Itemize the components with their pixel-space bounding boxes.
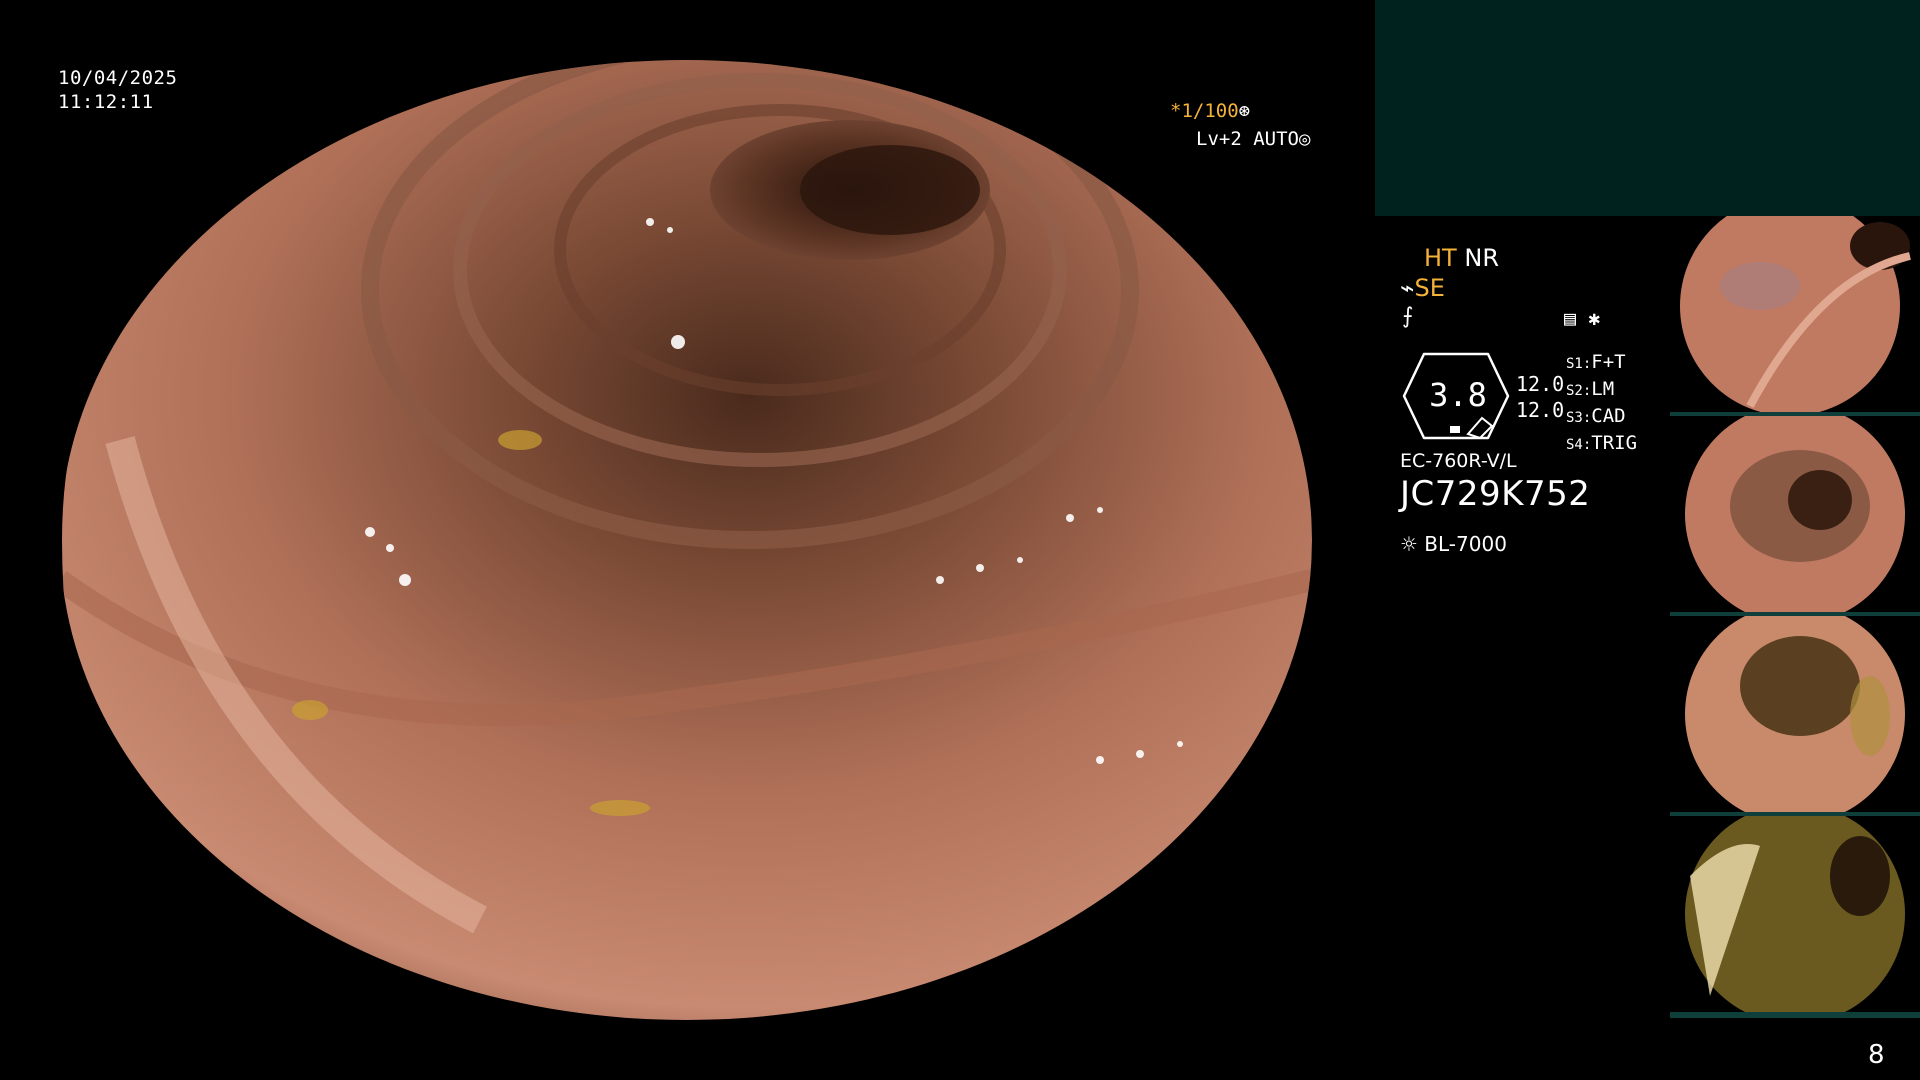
shutter-indicator: *1/100⊛ [1170,100,1250,122]
ht-label: HT [1424,244,1457,272]
shutter-text: *1/100 [1170,100,1239,122]
info-panel [1375,0,1920,216]
slot-item: S3:CAD [1566,405,1626,427]
light-icon: ☼ [1400,532,1418,556]
value-a: 12.0 [1516,372,1565,396]
grid-icon: ▤ ✱ [1564,306,1601,330]
thumbnail-4[interactable] [1670,816,1920,1018]
lamp-label: BL-7000 [1424,532,1507,556]
datetime: 10/04/2025 11:12:11 [58,66,177,114]
slot-item: S1:F+T [1566,351,1626,373]
se-row: ⌁SE [1400,274,1445,302]
hex-value: 3.8 [1429,376,1487,414]
level-text: Lv+2 AUTO [1196,128,1299,150]
page-number: 8 [1868,1040,1885,1070]
auto-icon: ◎ [1298,128,1311,150]
nr-label: NR [1464,244,1499,272]
thumbnail-1[interactable] [1670,216,1920,418]
lamp-row: ☼ BL-7000 [1400,532,1507,556]
thumbnail-2[interactable] [1670,416,1920,618]
time-text: 11:12:11 [58,91,154,113]
scope-model: EC-760R-V/L [1400,450,1517,472]
slot-item: S2:LM [1566,378,1615,400]
serial-number: JC729K752 [1400,474,1591,514]
aperture-icon: ⊛ [1238,100,1251,122]
slot-list: S1:F+T S2:LM S3:CAD S4:TRIG [1566,350,1637,458]
structure-icon: ⌁ [1400,274,1415,302]
thumbnail-3[interactable] [1670,616,1920,818]
function-icon: ⨍ [1402,304,1414,329]
ht-nr-row: HT NR [1424,244,1499,272]
endoscope-image [60,60,1312,1020]
value-b: 12.0 [1516,398,1565,422]
slot-item: S4:TRIG [1566,432,1638,454]
date-text: 10/04/2025 [58,67,178,89]
level-indicator: Lv+2 AUTO◎ [1196,128,1310,150]
se-label: SE [1414,274,1445,302]
endoscope-view [60,60,1312,1020]
